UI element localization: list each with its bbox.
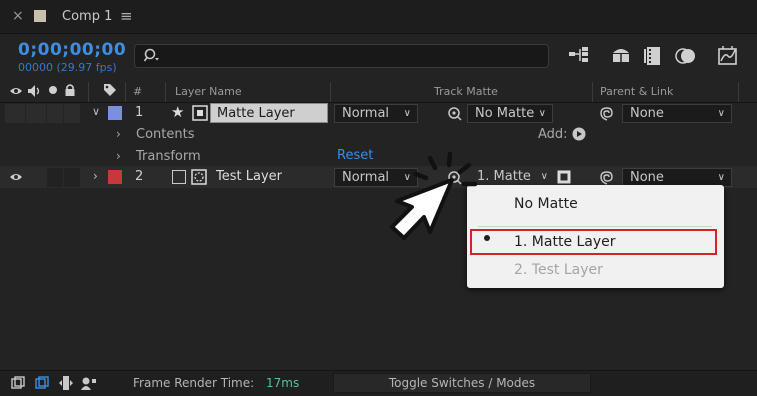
track-matte-value: 1. Matte [477,169,531,184]
lock-switch[interactable] [64,168,80,187]
menu-option-no-matte[interactable]: No Matte [514,196,578,212]
panel-menu-icon[interactable]: ≡ [120,7,133,25]
blend-mode-dropdown[interactable]: Normal ∨ [334,104,418,123]
chevron-down-icon: ∨ [540,171,548,182]
parent-pickwhip-icon[interactable] [599,170,615,186]
solo-switch[interactable] [47,104,63,123]
parent-value: None [630,170,664,185]
expand-chevron-icon[interactable]: › [116,127,121,141]
parent-value: None [630,106,664,121]
frame-render-value: 17ms [266,376,300,390]
in-out-stretch-icon[interactable] [59,375,73,391]
layer-type-box [172,170,186,184]
shape-star-icon: ★ [171,103,185,121]
render-time-icon[interactable] [81,376,97,390]
track-matte-value: No Matte [475,106,535,121]
frame-rate-display: 00000 (29.97 fps) [18,61,117,74]
blend-mode-value: Normal [342,106,390,121]
layer-name-text[interactable]: Test Layer [216,169,282,184]
header-divider [592,82,593,102]
column-track-matte-header[interactable]: Track Matte [434,85,498,98]
layer-label-color[interactable] [108,170,122,184]
lock-switch[interactable] [64,104,80,123]
audio-speaker-icon[interactable] [27,84,43,98]
layer-name-text: Matte Layer [217,106,295,121]
chevron-down-icon: ∨ [717,172,725,183]
parent-dropdown[interactable]: None ∨ [622,104,732,123]
frame-blending-icon[interactable] [640,44,666,68]
layer-name-field[interactable]: Matte Layer [210,103,328,123]
close-tab-icon[interactable]: × [12,8,24,24]
search-icon [143,48,159,62]
toggle-switches-modes-button[interactable]: Toggle Switches / Modes [333,373,591,393]
layer-number: 2 [135,169,144,184]
lock-icon[interactable] [64,83,76,97]
menu-option-matte-layer[interactable]: 1. Matte Layer [514,234,616,250]
tab-bar [0,0,757,34]
column-layer-name-header[interactable]: Layer Name [175,85,242,98]
label-tag-icon[interactable] [103,83,117,97]
header-divider [88,82,89,102]
header-divider [165,82,166,102]
header-divider [125,82,126,102]
layer-switches-icon[interactable] [11,376,25,390]
layer-search-input[interactable] [134,44,549,68]
column-number-header[interactable]: # [133,85,142,98]
add-label: Add: [538,127,568,142]
graph-editor-icon[interactable] [715,44,741,68]
click-pointer-icon [390,151,478,240]
matte-type-alpha-icon[interactable] [557,170,571,184]
solo-dot-icon[interactable] [49,86,57,94]
video-eye-icon[interactable] [9,85,23,97]
column-parent-link-header[interactable]: Parent & Link [600,85,673,98]
menu-separator [478,226,712,227]
comp-tab-title[interactable]: Comp 1 [62,9,112,24]
menu-option-test-layer: 2. Test Layer [514,262,603,278]
layer-label-color[interactable] [108,106,122,120]
track-matte-dropdown[interactable]: No Matte ∨ [467,104,553,123]
header-divider [330,82,331,102]
contents-property[interactable]: Contents [136,127,194,142]
motion-blur-icon[interactable] [673,44,699,68]
comp-color-swatch [34,10,46,22]
selected-bullet-icon [484,235,490,241]
transfer-controls-icon[interactable] [35,376,49,390]
shape-layer-icon [192,105,208,121]
composition-flowchart-icon[interactable] [566,44,592,68]
video-eye-icon[interactable] [9,171,23,183]
parent-pickwhip-icon[interactable] [599,106,615,122]
reset-link[interactable]: Reset [337,148,373,163]
chevron-down-icon: ∨ [403,108,411,119]
transform-property[interactable]: Transform [136,149,201,164]
collapse-chevron-icon[interactable]: ∨ [92,105,100,118]
audio-switch[interactable] [26,104,46,123]
matte-source-pickwhip-icon[interactable] [447,106,463,122]
solo-switch[interactable] [47,168,63,187]
chevron-down-icon: ∨ [538,108,546,119]
header-divider [738,82,739,102]
expand-chevron-icon[interactable]: › [93,169,98,183]
add-menu-icon[interactable] [572,127,586,141]
draft-3d-icon[interactable] [608,44,634,68]
chevron-down-icon: ∨ [717,108,725,119]
current-time-display[interactable]: 0;00;00;00 [18,40,126,60]
video-switch[interactable] [5,104,25,123]
expand-chevron-icon[interactable]: › [116,149,121,163]
frame-render-label: Frame Render Time: [133,376,255,390]
layer-mode-icon [191,169,207,185]
layer-number: 1 [135,105,144,120]
